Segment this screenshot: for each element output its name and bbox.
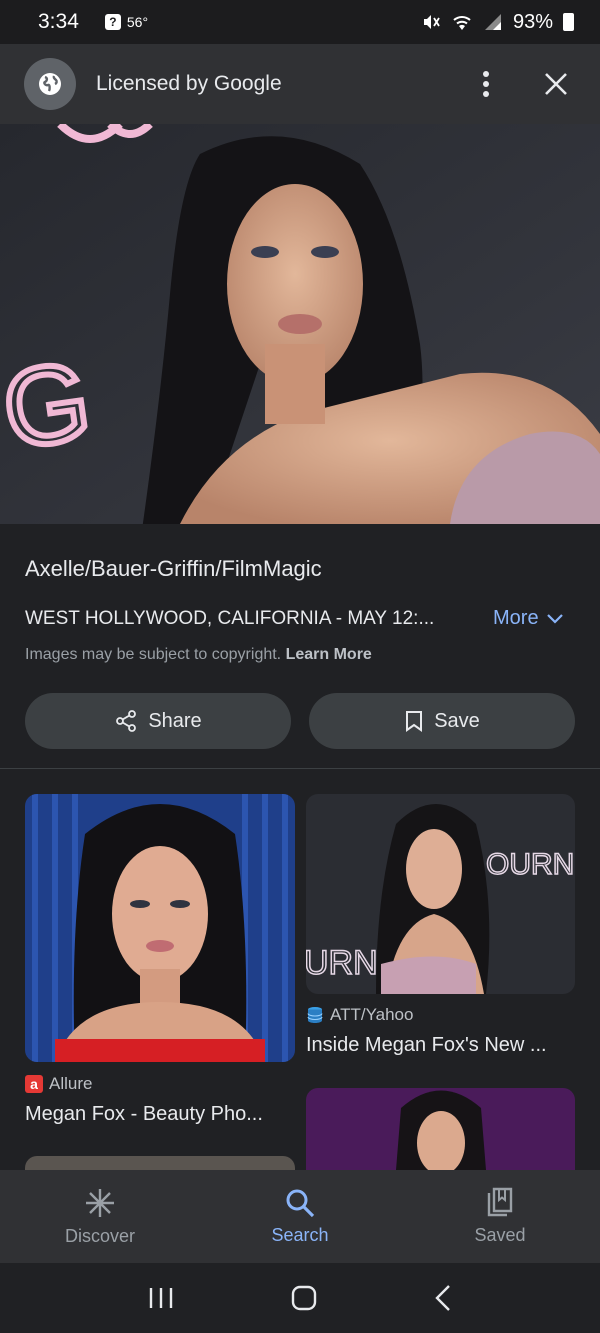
source-name: Allure	[49, 1074, 93, 1093]
save-button[interactable]: Save	[309, 693, 575, 749]
asterisk-icon	[86, 1189, 114, 1217]
back-icon[interactable]	[434, 1284, 452, 1312]
signal-icon	[484, 14, 501, 30]
viewer-header: Licensed by Google	[0, 44, 600, 124]
copyright-text: Images may be subject to copyright.	[25, 646, 282, 663]
recent-apps-icon[interactable]	[148, 1286, 174, 1310]
clock: 3:34	[38, 10, 79, 33]
system-navigation	[0, 1263, 600, 1333]
nav-saved[interactable]: Saved	[400, 1170, 600, 1263]
bottom-navigation: Discover Search Saved	[0, 1170, 600, 1263]
related-image[interactable]	[25, 794, 295, 1062]
related-image[interactable]	[306, 1088, 575, 1170]
license-title: Licensed by Google	[96, 72, 282, 95]
related-image[interactable]: URNIN OURNIN	[306, 794, 575, 994]
mute-icon	[423, 15, 440, 29]
backdrop-lettering: OURNIN	[486, 848, 575, 881]
allure-logo-icon: a	[25, 1075, 43, 1093]
weather-unknown-icon: ?	[104, 14, 121, 30]
share-icon	[116, 710, 137, 732]
related-title[interactable]: Megan Fox - Beauty Pho...	[25, 1103, 263, 1126]
more-button[interactable]: More	[493, 607, 563, 630]
source-name: ATT/Yahoo	[330, 1005, 414, 1024]
collections-bookmark-icon	[487, 1187, 513, 1217]
temperature: 56°	[126, 14, 149, 30]
image-credit: Axelle/Bauer-Griffin/FilmMagic	[25, 556, 322, 581]
more-vert-icon[interactable]	[466, 64, 506, 104]
status-bar: 3:34 ? 56° 93%	[0, 0, 600, 44]
search-icon	[286, 1189, 315, 1218]
globe-icon[interactable]	[24, 58, 76, 110]
copyright-notice: Images may be subject to copyright. Lear…	[25, 646, 372, 664]
battery-icon	[563, 13, 574, 31]
nav-label: Saved	[474, 1225, 526, 1245]
save-label: Save	[434, 709, 480, 732]
chevron-down-icon	[546, 613, 563, 624]
nav-search[interactable]: Search	[200, 1170, 400, 1263]
battery-level: 93%	[512, 10, 553, 33]
wifi-icon	[453, 16, 471, 30]
learn-more-link[interactable]: Learn More	[286, 646, 372, 663]
share-label: Share	[148, 709, 202, 732]
main-image[interactable]: G	[0, 124, 600, 524]
nav-label: Search	[271, 1225, 329, 1245]
related-source: a Allure	[25, 1074, 92, 1094]
nav-discover[interactable]: Discover	[0, 1170, 200, 1263]
bookmark-icon	[406, 711, 423, 732]
backdrop-lettering: G	[0, 339, 98, 473]
more-label: More	[493, 607, 539, 629]
home-icon[interactable]	[290, 1284, 318, 1312]
database-icon	[307, 1007, 323, 1023]
related-image[interactable]	[25, 1156, 295, 1170]
related-source: ATT/Yahoo	[306, 1005, 413, 1025]
share-button[interactable]: Share	[25, 693, 291, 749]
related-title[interactable]: Inside Megan Fox's New ...	[306, 1034, 547, 1057]
nav-label: Discover	[64, 1226, 135, 1246]
divider	[0, 768, 600, 769]
image-caption: WEST HOLLYWOOD, CALIFORNIA - MAY 12:...	[25, 608, 435, 629]
weather-indicator: ? 56°	[104, 14, 149, 30]
close-icon[interactable]	[536, 64, 576, 104]
